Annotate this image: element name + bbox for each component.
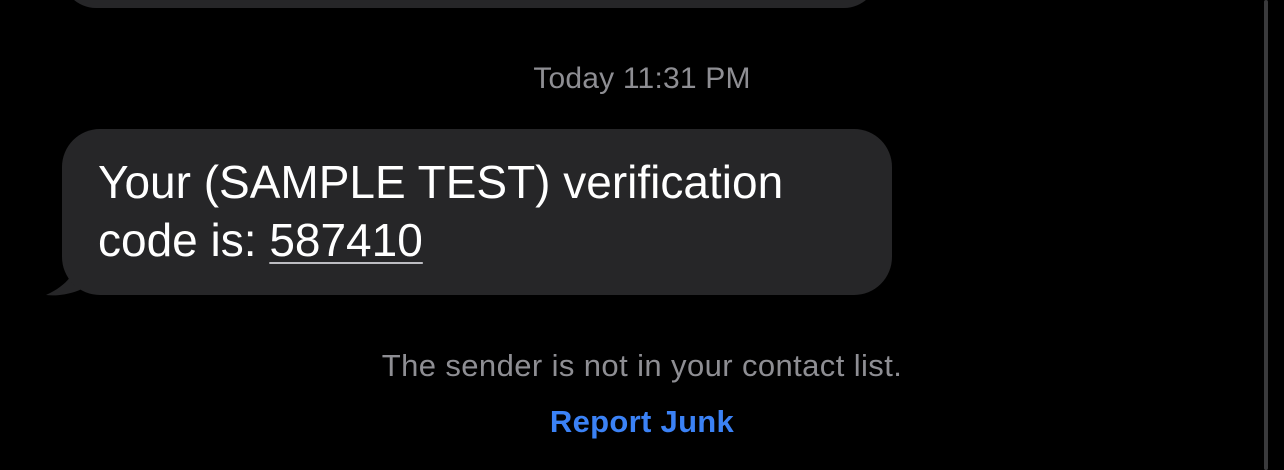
verification-code-link[interactable]: 587410 — [269, 214, 423, 266]
message-bubble[interactable]: Your (SAMPLE TEST) verification code is:… — [62, 129, 892, 295]
incoming-message[interactable]: Your (SAMPLE TEST) verification code is:… — [44, 129, 904, 297]
message-text: Your (SAMPLE TEST) verification code is: — [98, 156, 784, 266]
message-timestamp: Today 11:31 PM — [533, 62, 751, 95]
unknown-sender-notice: The sender is not in your contact list. — [381, 348, 903, 383]
report-junk-row: Report Junk — [0, 404, 1284, 440]
previous-message-bubble[interactable] — [62, 0, 878, 8]
report-junk-link[interactable]: Report Junk — [550, 404, 734, 439]
